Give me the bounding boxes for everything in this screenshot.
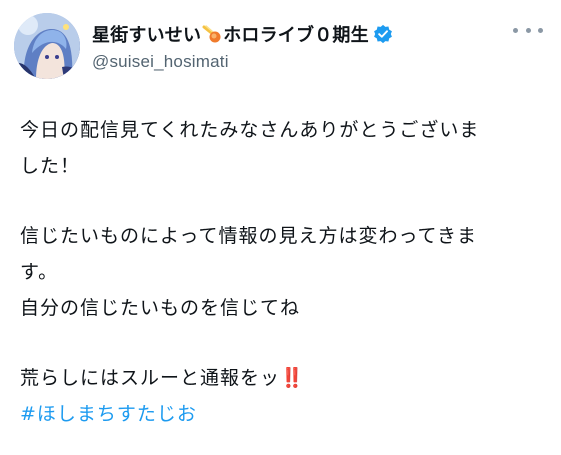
- display-name-suffix[interactable]: ホロライブ０期生: [223, 21, 369, 47]
- dot-icon: [538, 27, 543, 33]
- tweet-text: 今日の配信見てくれたみなさんありがとうございま した！ 信じたいものによって情報…: [20, 112, 550, 432]
- tweet-line: 今日の配信見てくれたみなさんありがとうございま: [20, 119, 480, 141]
- tweet-card: 星街すいせい ホロライブ０期生 @suisei_hosimati 今日の配信見て…: [0, 0, 561, 455]
- author-info[interactable]: 星街すいせい ホロライブ０期生 @suisei_hosimati: [92, 22, 393, 72]
- tweet-line: した！: [20, 155, 81, 177]
- author-handle[interactable]: @suisei_hosimati: [92, 52, 393, 72]
- more-options-button[interactable]: [513, 20, 543, 40]
- display-name[interactable]: 星街すいせい: [92, 21, 201, 47]
- tweet-header: 星街すいせい ホロライブ０期生 @suisei_hosimati: [14, 10, 547, 80]
- avatar-illustration: [14, 13, 80, 79]
- tweet-line: す。: [20, 261, 59, 283]
- double-exclamation-icon: ‼️: [280, 367, 304, 389]
- dot-icon: [525, 27, 531, 33]
- tweet-line-with-emoji: 荒らしにはスルーと通報をッ‼️: [20, 360, 550, 396]
- comet-icon: [202, 24, 222, 44]
- tweet-line: 荒らしにはスルーと通報をッ: [20, 367, 281, 389]
- display-name-row[interactable]: 星街すいせい ホロライブ０期生: [92, 22, 393, 46]
- tweet-line: 信じたいものによって情報の見え方は変わってきま: [20, 225, 477, 247]
- dot-icon: [513, 27, 518, 33]
- tweet-line: 自分の信じたいものを信じてね: [20, 297, 301, 319]
- avatar[interactable]: [14, 13, 80, 79]
- verified-badge-icon: [373, 24, 393, 44]
- hashtag-link[interactable]: #ほしまちすたじお: [20, 396, 550, 432]
